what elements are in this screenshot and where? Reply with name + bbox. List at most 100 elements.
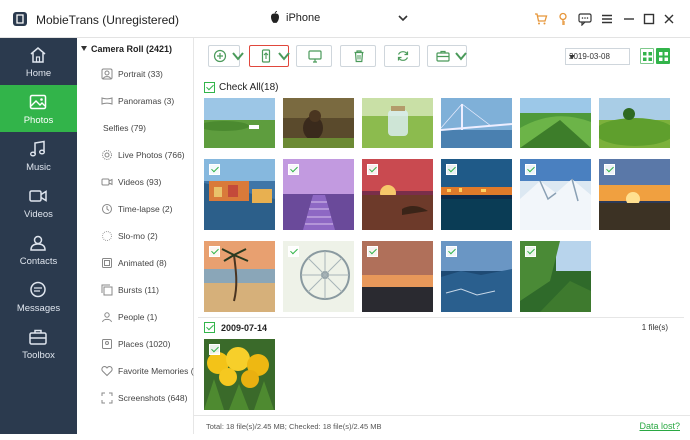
album-label: Selfies (79) <box>103 123 146 133</box>
app-title: MobieTrans (Unregistered) <box>36 13 179 27</box>
nav-item-messages[interactable]: Messages <box>0 273 77 320</box>
screenshot-icon <box>101 392 113 404</box>
photo-thumbnail[interactable] <box>204 339 275 410</box>
album-label: Videos (93) <box>118 177 162 187</box>
photo-thumbnail[interactable] <box>520 98 591 148</box>
album-item-screenshots[interactable]: Screenshots (648) <box>77 387 193 409</box>
photo-checkbox[interactable] <box>367 164 378 175</box>
album-item-animated[interactable]: Animated (8) <box>77 252 193 274</box>
photo-thumbnail[interactable] <box>520 241 591 312</box>
photo-thumbnail[interactable] <box>283 241 354 312</box>
caret-down-icon <box>569 55 575 59</box>
photo-thumbnail[interactable] <box>599 159 670 230</box>
album-item-people[interactable]: People (1) <box>77 306 193 328</box>
photo-checkbox[interactable] <box>604 164 615 175</box>
album-sidebar: Camera Roll (2421) Portrait (33) Panoram… <box>77 38 201 434</box>
photo-checkbox[interactable] <box>446 164 457 175</box>
album-item-selfies[interactable]: Selfies (79) <box>77 117 193 139</box>
photo-thumbnail[interactable] <box>283 98 354 148</box>
add-button[interactable] <box>208 45 244 67</box>
album-item-panoramas[interactable]: Panoramas (3) <box>77 90 193 112</box>
nav-label: Toolbox <box>22 350 55 361</box>
nav-item-videos[interactable]: Videos <box>0 179 77 226</box>
photo-image <box>520 98 591 148</box>
delete-button[interactable] <box>340 45 376 67</box>
nav-item-toolbox[interactable]: Toolbox <box>0 320 77 367</box>
nav-label: Home <box>25 68 52 79</box>
photo-image <box>283 98 354 148</box>
album-item-favorite-memories[interactable]: Favorite Memories (... <box>77 360 201 382</box>
nav-item-photos[interactable]: Photos <box>0 85 77 132</box>
music-icon <box>30 140 45 157</box>
photo-thumbnail[interactable] <box>204 98 275 148</box>
photo-thumbnail[interactable] <box>362 241 433 312</box>
apple-icon <box>271 11 279 23</box>
grid-view-button[interactable] <box>656 48 670 64</box>
export-to-computer-button[interactable] <box>296 45 332 67</box>
maximize-icon[interactable] <box>642 12 656 26</box>
group-date: 2009-07-14 <box>221 323 268 333</box>
photo-checkbox[interactable] <box>288 164 299 175</box>
album-item-videos[interactable]: Videos (93) <box>77 171 193 193</box>
animated-icon <box>102 258 112 268</box>
photo-checkbox[interactable] <box>209 164 220 175</box>
key-icon[interactable] <box>556 12 570 26</box>
photo-image <box>599 98 670 148</box>
photo-thumbnail[interactable] <box>204 159 275 230</box>
export-to-device-button[interactable] <box>249 45 290 67</box>
photo-checkbox[interactable] <box>367 246 378 257</box>
photo-checkbox[interactable] <box>209 246 220 257</box>
more-tools-button[interactable] <box>427 45 467 67</box>
album-item-bursts[interactable]: Bursts (11) <box>77 279 193 301</box>
refresh-button[interactable] <box>384 45 420 67</box>
photo-thumbnail[interactable] <box>204 241 275 312</box>
nav-item-home[interactable]: Home <box>0 38 77 85</box>
album-item-portrait[interactable]: Portrait (33) <box>77 63 193 85</box>
device-selector[interactable]: iPhone <box>262 8 414 30</box>
photo-icon <box>29 94 47 110</box>
album-item-places[interactable]: Places (1020) <box>77 333 193 355</box>
feedback-icon[interactable] <box>578 12 592 26</box>
album-group-label: Camera Roll (2421) <box>91 44 173 54</box>
photo-thumbnail[interactable] <box>362 98 433 148</box>
minimize-icon[interactable] <box>622 12 636 26</box>
photo-checkbox[interactable] <box>288 246 299 257</box>
slo-mo-icon <box>102 231 112 241</box>
photo-checkbox[interactable] <box>446 246 457 257</box>
album-item-live-photos[interactable]: Live Photos (766) <box>77 144 193 166</box>
video-icon <box>29 190 47 202</box>
nav-item-music[interactable]: Music <box>0 132 77 179</box>
data-lost-link[interactable]: Data lost? <box>639 421 680 431</box>
people-icon <box>102 312 112 323</box>
nav-item-contacts[interactable]: Contacts <box>0 226 77 273</box>
photo-thumbnail[interactable] <box>283 159 354 230</box>
album-item-slo-mo[interactable]: Slo-mo (2) <box>77 225 193 247</box>
photo-thumbnail[interactable] <box>441 241 512 312</box>
photo-checkbox[interactable] <box>525 246 536 257</box>
photo-thumbnail[interactable] <box>441 98 512 148</box>
photo-checkbox[interactable] <box>525 164 536 175</box>
status-bar: Total: 18 file(s)/2.45 MB; Checked: 18 f… <box>194 415 690 434</box>
list-view-button[interactable] <box>640 48 654 64</box>
album-item-time-lapse[interactable]: Time-lapse (2) <box>77 198 193 220</box>
photo-thumbnail[interactable] <box>599 98 670 148</box>
device-name: iPhone <box>286 12 321 24</box>
album-label: Live Photos (766) <box>118 150 185 160</box>
date-filter-select[interactable]: 2019-03-08 <box>565 48 630 65</box>
photo-thumbnail[interactable] <box>362 159 433 230</box>
cart-icon[interactable] <box>534 12 548 26</box>
close-icon[interactable] <box>662 12 676 26</box>
group-divider <box>198 317 684 318</box>
album-group-camera-roll[interactable]: Camera Roll (2421) <box>81 44 172 54</box>
photo-image <box>362 98 433 148</box>
heart-icon <box>101 365 113 377</box>
grid-large-icon <box>659 52 668 61</box>
chevron-down-icon <box>278 52 290 61</box>
photo-checkbox[interactable] <box>209 344 220 355</box>
check-all-checkbox[interactable] <box>204 82 215 93</box>
date-filter-value: 2019-03-08 <box>569 52 610 61</box>
photo-thumbnail[interactable] <box>441 159 512 230</box>
group-checkbox[interactable] <box>204 322 215 333</box>
menu-icon[interactable] <box>600 12 614 26</box>
photo-thumbnail[interactable] <box>520 159 591 230</box>
